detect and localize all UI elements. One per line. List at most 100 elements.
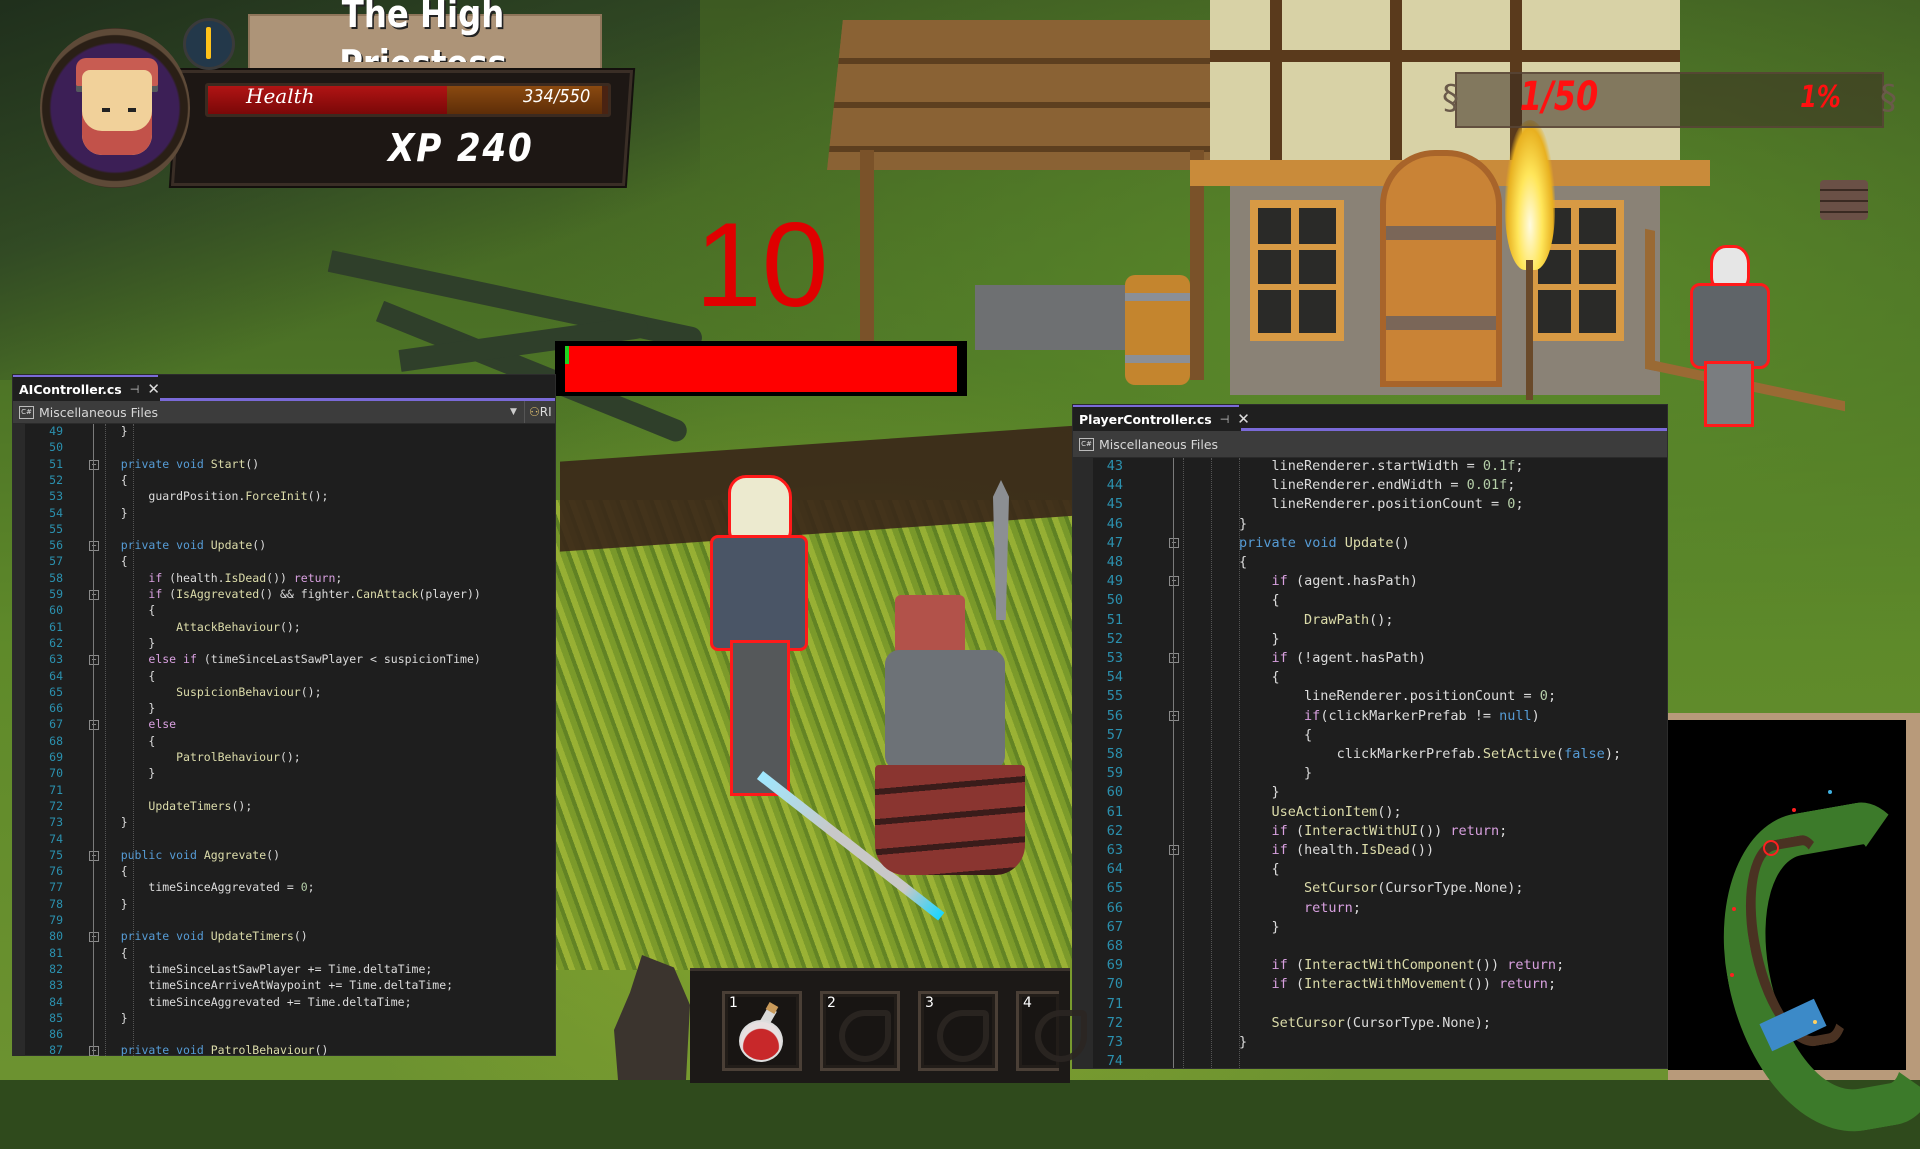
pin-icon[interactable]: ⊣ xyxy=(1220,413,1230,426)
hotbar-slot-3[interactable]: 3 xyxy=(918,991,998,1071)
code-line[interactable]: 51− private void Start() xyxy=(13,457,555,473)
code-line[interactable]: 71 xyxy=(1073,996,1667,1012)
code-line[interactable]: 51 DrawPath(); xyxy=(1073,612,1667,628)
code-editor-aicontroller[interactable]: AIController.cs ⊣ ✕ C# Miscellaneous Fil… xyxy=(13,375,555,1056)
code-line[interactable]: 50 { xyxy=(1073,592,1667,608)
code-line[interactable]: 65 SuspicionBehaviour(); xyxy=(13,685,555,701)
torch-pole xyxy=(1526,260,1533,400)
house-door[interactable] xyxy=(1380,150,1502,387)
code-line[interactable]: 67 } xyxy=(1073,919,1667,935)
code-line[interactable]: 77 timeSinceAggrevated = 0; xyxy=(13,880,555,896)
code-line[interactable]: 49− if (agent.hasPath) xyxy=(1073,573,1667,589)
code-line[interactable]: 45 lineRenderer.positionCount = 0; xyxy=(1073,496,1667,512)
hotbar-slot-1[interactable]: 1 xyxy=(722,991,802,1071)
code-line[interactable]: 87− private void PatrolBehaviour() xyxy=(13,1043,555,1056)
code-line[interactable]: 56− if(clickMarkerPrefab != null) xyxy=(1073,708,1667,724)
code-line[interactable]: 59− if (IsAggrevated() && fighter.CanAtt… xyxy=(13,587,555,603)
tab-title: PlayerController.cs xyxy=(1079,411,1212,427)
code-line[interactable]: 58 clickMarkerPrefab.SetActive(false); xyxy=(1073,746,1667,762)
code-line[interactable]: 46 } xyxy=(1073,516,1667,532)
code-line[interactable]: 68 { xyxy=(13,734,555,750)
code-line[interactable]: 69 if (InteractWithComponent()) return; xyxy=(1073,957,1667,973)
code-line[interactable]: 50 xyxy=(13,440,555,456)
code-line[interactable]: 76 { xyxy=(13,864,555,880)
code-line[interactable]: 70 if (InteractWithMovement()) return; xyxy=(1073,976,1667,992)
code-line[interactable]: 48 { xyxy=(1073,554,1667,570)
code-line[interactable]: 82 timeSinceLastSawPlayer += Time.deltaT… xyxy=(13,962,555,978)
code-line[interactable]: 60 } xyxy=(1073,784,1667,800)
code-line[interactable]: 85 } xyxy=(13,1011,555,1027)
code-line[interactable]: 70 } xyxy=(13,766,555,782)
code-line[interactable]: 55 lineRenderer.positionCount = 0; xyxy=(1073,688,1667,704)
close-icon[interactable]: ✕ xyxy=(147,380,160,398)
code-line[interactable]: 64 { xyxy=(13,669,555,685)
code-line[interactable]: 69 PatrolBehaviour(); xyxy=(13,750,555,766)
member-dropdown[interactable]: ⚇RI xyxy=(529,405,552,419)
code-line[interactable]: 47− private void Update() xyxy=(1073,535,1667,551)
code-text: AttackBehaviour(); xyxy=(176,619,301,634)
code-line[interactable]: 54 } xyxy=(13,506,555,522)
code-line[interactable]: 73 } xyxy=(1073,1034,1667,1050)
code-line[interactable]: 53 guardPosition.ForceInit(); xyxy=(13,489,555,505)
armored-skeleton-enemy[interactable] xyxy=(1690,245,1770,427)
code-line[interactable]: 80− private void UpdateTimers() xyxy=(13,929,555,945)
project-dropdown[interactable]: Miscellaneous Files xyxy=(39,405,158,420)
code-line[interactable]: 59 } xyxy=(1073,765,1667,781)
code-line[interactable]: 63− if (health.IsDead()) xyxy=(1073,842,1667,858)
code-line[interactable]: 52 } xyxy=(1073,631,1667,647)
code-line[interactable]: 62 if (InteractWithUI()) return; xyxy=(1073,823,1667,839)
tab-playercontroller[interactable]: PlayerController.cs ⊣ ✕ xyxy=(1073,405,1250,431)
code-line[interactable]: 56− private void Update() xyxy=(13,538,555,554)
code-line[interactable]: 61 UseActionItem(); xyxy=(1073,804,1667,820)
code-line[interactable]: 72 UpdateTimers(); xyxy=(13,799,555,815)
project-dropdown[interactable]: Miscellaneous Files xyxy=(1099,437,1218,452)
code-line[interactable]: 62 } xyxy=(13,636,555,652)
code-line[interactable]: 81 { xyxy=(13,946,555,962)
code-line[interactable]: 79 xyxy=(13,913,555,929)
pin-icon[interactable]: ⊣ xyxy=(130,383,140,396)
code-line[interactable]: 57 { xyxy=(13,554,555,570)
indent-guide xyxy=(1239,458,1240,1068)
chevron-down-icon[interactable]: ▼ xyxy=(510,407,517,417)
code-line[interactable]: 65 SetCursor(CursorType.None); xyxy=(1073,880,1667,896)
code-area[interactable]: 49 }5051− private void Start()52 {53 gua… xyxy=(13,424,555,1056)
code-line[interactable]: 61 AttackBehaviour(); xyxy=(13,620,555,636)
code-line[interactable]: 74 xyxy=(1073,1053,1667,1068)
code-area[interactable]: 43 lineRenderer.startWidth = 0.1f; 44 lin… xyxy=(1073,458,1667,1068)
code-line[interactable]: 86 xyxy=(13,1027,555,1043)
tab-aicontroller[interactable]: AIController.cs ⊣ ✕ xyxy=(13,375,160,401)
code-line[interactable]: 64 { xyxy=(1073,861,1667,877)
code-line[interactable]: 43 lineRenderer.startWidth = 0.1f; xyxy=(1073,458,1667,474)
code-line[interactable]: 49 } xyxy=(13,424,555,440)
code-line[interactable]: 74 xyxy=(13,832,555,848)
minimap[interactable] xyxy=(1668,720,1920,1149)
code-line[interactable]: 57 { xyxy=(1073,727,1667,743)
code-line[interactable]: 53− if (!agent.hasPath) xyxy=(1073,650,1667,666)
code-line[interactable]: 71 xyxy=(13,783,555,799)
code-line[interactable]: 68 xyxy=(1073,938,1667,954)
code-line[interactable]: 54 { xyxy=(1073,669,1667,685)
code-line[interactable]: 60 { xyxy=(13,603,555,619)
code-editor-playercontroller[interactable]: PlayerController.cs ⊣ ✕ C# Miscellaneous… xyxy=(1073,405,1667,1068)
code-line[interactable]: 83 timeSinceArriveAtWaypoint += Time.del… xyxy=(13,978,555,994)
code-line[interactable]: 44 lineRenderer.endWidth = 0.01f; xyxy=(1073,477,1667,493)
code-line[interactable]: 67− else xyxy=(13,717,555,733)
hotbar-slot-2[interactable]: 2 xyxy=(820,991,900,1071)
close-icon[interactable]: ✕ xyxy=(1237,410,1250,428)
code-line[interactable]: 66 return; xyxy=(1073,900,1667,916)
code-line[interactable]: 52 { xyxy=(13,473,555,489)
books-pickup-icon[interactable] xyxy=(1820,180,1868,220)
code-line[interactable]: 63− else if (timeSinceLastSawPlayer < su… xyxy=(13,652,555,668)
code-line[interactable]: 84 timeSinceAggrevated += Time.deltaTime… xyxy=(13,995,555,1011)
code-line[interactable]: 73 } xyxy=(13,815,555,831)
code-line[interactable]: 75− public void Aggrevate() xyxy=(13,848,555,864)
line-number: 74 xyxy=(49,831,63,846)
code-line[interactable]: 55 xyxy=(13,522,555,538)
hotbar-slot-4[interactable]: 4 xyxy=(1016,991,1087,1071)
code-line[interactable]: 78 } xyxy=(13,897,555,913)
code-line[interactable]: 72 SetCursor(CursorType.None); xyxy=(1073,1015,1667,1031)
code-line[interactable]: 58 if (health.IsDead()) return; xyxy=(13,571,555,587)
skeleton-enemy[interactable] xyxy=(700,475,820,805)
code-line[interactable]: 66 } xyxy=(13,701,555,717)
character-portrait[interactable] xyxy=(40,28,190,188)
